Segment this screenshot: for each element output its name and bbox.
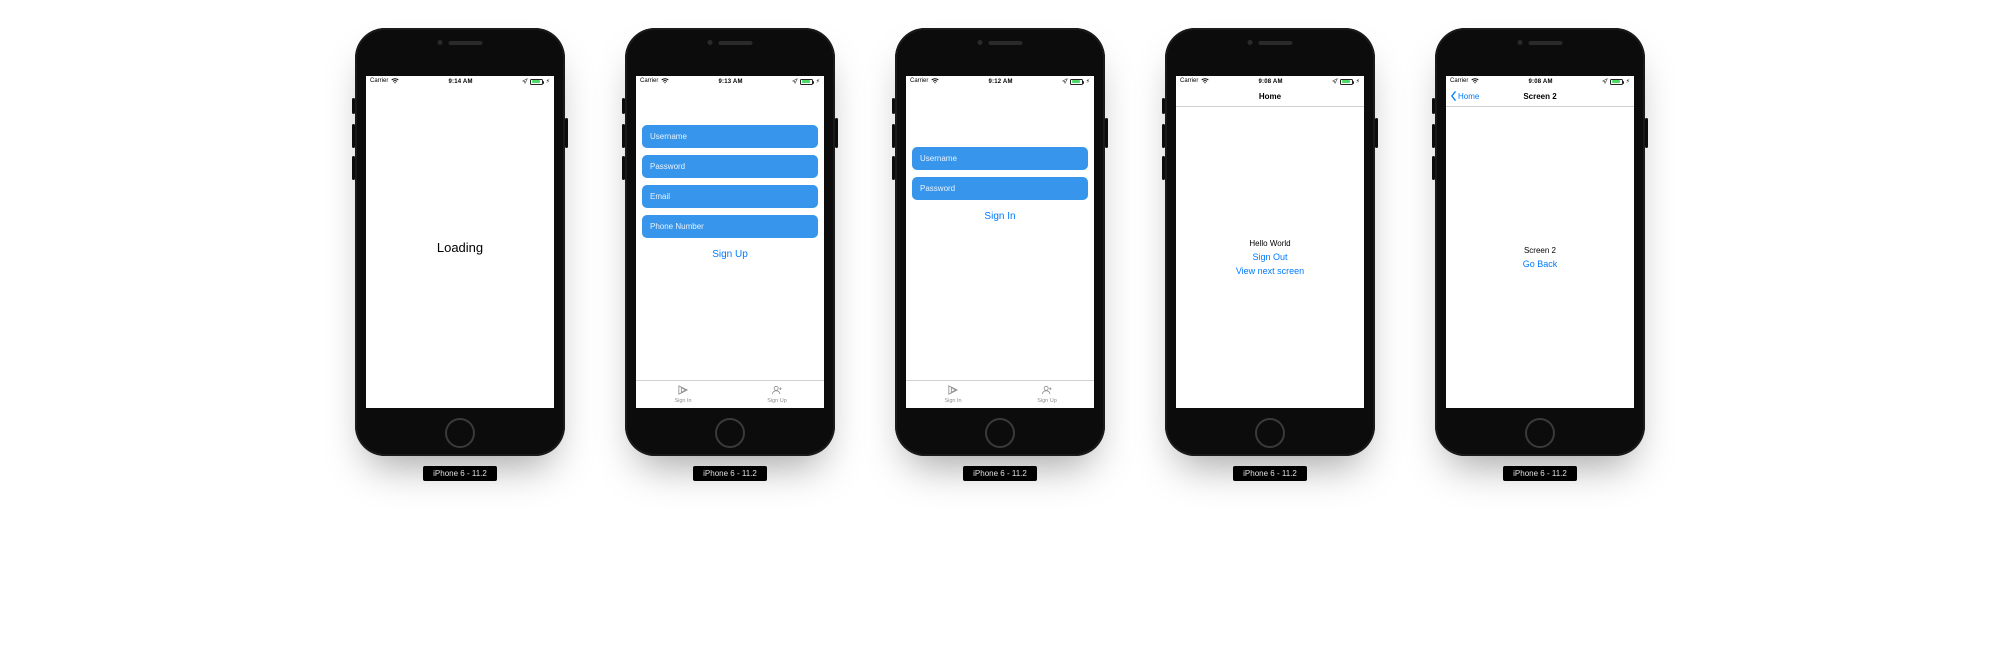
battery-icon [530,79,543,85]
device-home: Carrier 9:08 AM ⚡︎ Home [1165,28,1375,667]
signin-button[interactable]: Sign In [980,207,1019,226]
battery-icon [1340,79,1353,85]
charging-icon: ⚡︎ [546,78,550,85]
home-button[interactable] [715,418,745,448]
tab-signin[interactable]: Sign In [636,381,730,408]
wifi-icon [1471,78,1479,85]
wifi-icon [661,78,669,85]
screen: Carrier 9:12 AM ⚡︎ Sign I [906,76,1094,408]
user-plus-icon [771,385,783,397]
device-screen2: Carrier 9:08 AM ⚡︎ [1435,28,1645,667]
clock: 9:08 AM [1258,79,1282,85]
nav-title: Screen 2 [1523,92,1556,101]
device-caption: iPhone 6 - 11.2 [423,466,497,481]
phone-frame: Carrier 9:13 AM ⚡︎ [625,28,835,456]
carrier-label: Carrier [1450,78,1468,84]
charging-icon: ⚡︎ [816,78,820,85]
device-caption: iPhone 6 - 11.2 [1503,466,1577,481]
location-icon [1602,78,1608,85]
tab-signin-label: Sign In [674,398,691,404]
phone-frame: Carrier 9:14 AM ⚡︎ Loading [355,28,565,456]
play-icon [677,385,689,397]
clock: 9:14 AM [448,79,472,85]
status-bar: Carrier 9:13 AM ⚡︎ [636,76,824,87]
carrier-label: Carrier [640,78,658,84]
phone-frame: Carrier 9:08 AM ⚡︎ [1435,28,1645,456]
carrier-label: Carrier [910,78,928,84]
tab-signin-label: Sign In [944,398,961,404]
nav-bar: Home Screen 2 [1446,87,1634,107]
device-caption: iPhone 6 - 11.2 [963,466,1037,481]
play-icon [947,385,959,397]
home-button[interactable] [445,418,475,448]
status-bar: Carrier 9:08 AM ⚡︎ [1176,76,1364,87]
username-field[interactable] [642,125,818,148]
wifi-icon [391,78,399,85]
device-caption: iPhone 6 - 11.2 [1233,466,1307,481]
screen: Carrier 9:08 AM ⚡︎ [1446,76,1634,408]
carrier-label: Carrier [370,78,388,84]
tab-bar: Sign In Sign Up [906,380,1094,408]
back-button[interactable]: Home [1450,87,1479,106]
clock: 9:13 AM [718,79,742,85]
password-field[interactable] [642,155,818,178]
phone-frame: Carrier 9:08 AM ⚡︎ Home [1165,28,1375,456]
phone-field[interactable] [642,215,818,238]
screen: Carrier 9:08 AM ⚡︎ Home [1176,76,1364,408]
wifi-icon [1201,78,1209,85]
battery-icon [800,79,813,85]
nav-title: Home [1259,92,1281,101]
status-bar: Carrier 9:14 AM ⚡︎ [366,76,554,87]
device-caption: iPhone 6 - 11.2 [693,466,767,481]
back-label: Home [1458,92,1479,101]
email-field[interactable] [642,185,818,208]
battery-icon [1610,79,1623,85]
device-loading: Carrier 9:14 AM ⚡︎ Loading [355,28,565,667]
tab-signup[interactable]: Sign Up [1000,381,1094,408]
hello-label: Hello World [1249,239,1290,248]
location-icon [522,78,528,85]
phone-frame: Carrier 9:12 AM ⚡︎ Sign I [895,28,1105,456]
location-icon [1332,78,1338,85]
screen2-label: Screen 2 [1524,246,1556,255]
location-icon [1062,78,1068,85]
tab-signup[interactable]: Sign Up [730,381,824,408]
location-icon [792,78,798,85]
wifi-icon [931,78,939,85]
home-button[interactable] [1255,418,1285,448]
home-button[interactable] [985,418,1015,448]
view-next-button[interactable]: View next screen [1236,266,1304,276]
screen: Carrier 9:14 AM ⚡︎ Loading [366,76,554,408]
password-field[interactable] [912,177,1088,200]
signout-button[interactable]: Sign Out [1252,252,1287,262]
battery-icon [1070,79,1083,85]
username-field[interactable] [912,147,1088,170]
goback-button[interactable]: Go Back [1523,259,1558,269]
charging-icon: ⚡︎ [1086,78,1090,85]
status-bar: Carrier 9:12 AM ⚡︎ [906,76,1094,87]
tab-signup-label: Sign Up [1037,398,1057,404]
charging-icon: ⚡︎ [1626,78,1630,85]
status-bar: Carrier 9:08 AM ⚡︎ [1446,76,1634,87]
tab-signin[interactable]: Sign In [906,381,1000,408]
nav-bar: Home [1176,87,1364,107]
chevron-left-icon [1450,91,1457,103]
clock: 9:12 AM [988,79,1012,85]
screen: Carrier 9:13 AM ⚡︎ [636,76,824,408]
clock: 9:08 AM [1528,79,1552,85]
carrier-label: Carrier [1180,78,1198,84]
charging-icon: ⚡︎ [1356,78,1360,85]
tab-bar: Sign In Sign Up [636,380,824,408]
loading-label: Loading [437,240,483,255]
device-signup: Carrier 9:13 AM ⚡︎ [625,28,835,667]
user-plus-icon [1041,385,1053,397]
home-button[interactable] [1525,418,1555,448]
signup-button[interactable]: Sign Up [708,245,752,264]
device-signin: Carrier 9:12 AM ⚡︎ Sign I [895,28,1105,667]
tab-signup-label: Sign Up [767,398,787,404]
